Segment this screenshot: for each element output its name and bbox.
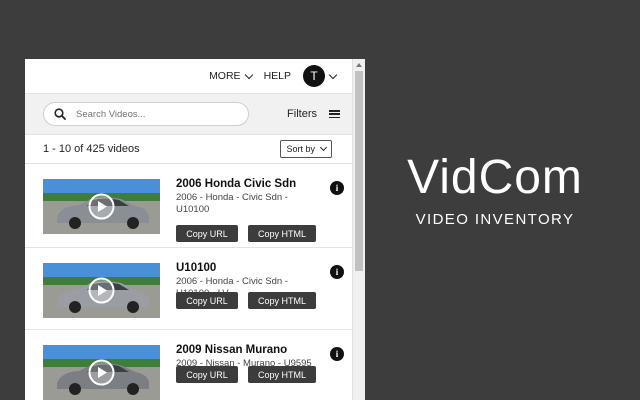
play-icon[interactable] <box>88 193 115 220</box>
copy-url-button[interactable]: Copy URL <box>176 366 238 383</box>
video-title: 2006 Honda Civic Sdn <box>176 178 297 190</box>
results-header: 1 - 10 of 425 videos Sort by <box>25 135 364 164</box>
play-icon[interactable] <box>88 359 115 386</box>
copy-actions: Copy URL Copy HTML <box>176 292 316 309</box>
chevron-down-icon <box>319 143 328 152</box>
video-list-item: 2009 Nissan Murano 2009 - Nissan - Muran… <box>25 330 364 400</box>
copy-html-button[interactable]: Copy HTML <box>248 366 316 383</box>
video-title: 2009 Nissan Murano <box>176 344 288 356</box>
search-input[interactable] <box>74 107 228 121</box>
help-link[interactable]: HELP <box>264 70 291 82</box>
account-menu[interactable]: T <box>303 65 338 87</box>
brand-name: VidCom <box>407 151 583 204</box>
search-icon <box>54 108 66 120</box>
info-icon[interactable]: i <box>330 181 344 195</box>
video-list-item: U10100 2006 - Honda - Civic Sdn - U10100… <box>25 248 364 330</box>
video-thumbnail[interactable] <box>43 345 160 400</box>
avatar: T <box>303 65 325 87</box>
video-list: 2006 Honda Civic Sdn 2006 - Honda - Civi… <box>25 164 364 400</box>
scroll-up-arrow-icon[interactable] <box>356 63 362 67</box>
copy-actions: Copy URL Copy HTML <box>176 225 316 242</box>
video-title: U10100 <box>176 262 217 274</box>
copy-url-button[interactable]: Copy URL <box>176 292 238 309</box>
scrollbar-thumb[interactable] <box>355 71 363 271</box>
brand-block: VidCom VIDEO INVENTORY <box>370 150 620 228</box>
video-thumbnail[interactable] <box>43 179 160 234</box>
sort-label: Sort by <box>286 144 315 154</box>
info-icon[interactable]: i <box>330 265 344 279</box>
video-subtitle: 2006 - Honda - Civic Sdn - U10100 <box>176 192 288 215</box>
video-info: 2006 Honda Civic Sdn 2006 - Honda - Civi… <box>176 178 344 216</box>
sort-dropdown[interactable]: Sort by <box>280 140 332 158</box>
more-menu[interactable]: MORE <box>209 70 253 82</box>
filters-button[interactable]: Filters <box>287 108 340 120</box>
brand-tagline: VIDEO INVENTORY <box>415 211 575 228</box>
search-bar: Filters <box>25 93 364 135</box>
copy-url-button[interactable]: Copy URL <box>176 225 238 242</box>
copy-html-button[interactable]: Copy HTML <box>248 225 316 242</box>
play-icon[interactable] <box>88 277 115 304</box>
chevron-down-icon <box>244 70 253 79</box>
chevron-down-icon <box>328 70 338 79</box>
scrollbar[interactable] <box>352 59 365 400</box>
search-box <box>43 102 249 126</box>
extension-panel: MORE HELP T Filters 1 - 10 of 425 videos… <box>25 59 364 400</box>
filters-label: Filters <box>287 108 317 120</box>
copy-actions: Copy URL Copy HTML <box>176 366 316 383</box>
results-count: 1 - 10 of 425 videos <box>43 143 140 155</box>
copy-html-button[interactable]: Copy HTML <box>248 292 316 309</box>
video-list-item: 2006 Honda Civic Sdn 2006 - Honda - Civi… <box>25 164 364 248</box>
top-nav: MORE HELP T <box>25 59 364 93</box>
menu-icon <box>329 110 340 118</box>
video-thumbnail[interactable] <box>43 263 160 318</box>
info-icon[interactable]: i <box>330 347 344 361</box>
more-label: MORE <box>209 70 241 82</box>
